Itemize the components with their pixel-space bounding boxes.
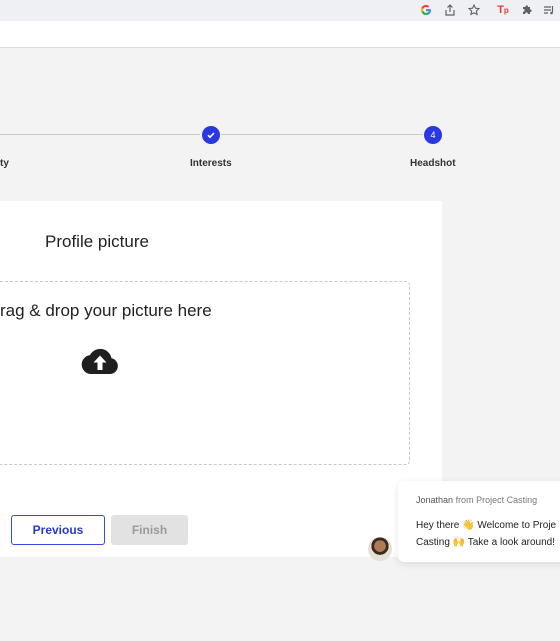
cloud-upload-icon[interactable] (80, 347, 120, 375)
address-bar[interactable] (0, 21, 560, 48)
step-label-previous: ty (0, 158, 9, 169)
chat-message-line: Casting 🙌 Take a look around! (416, 537, 556, 548)
screen: Tp ty Interests 4 Headshot Profile pictu… (0, 0, 560, 641)
browser-toolbar: Tp (0, 0, 560, 21)
step-label-headshot: Headshot (410, 158, 456, 169)
chat-message: Hey there 👋 Welcome to Proje Casting 🙌 T… (416, 517, 560, 551)
finish-button[interactable]: Finish (111, 515, 188, 545)
google-icon[interactable] (418, 2, 434, 18)
chat-message-line: Hey there 👋 Welcome to Proje (416, 520, 557, 531)
chat-from-label: from Project Casting (455, 495, 538, 505)
chat-popup[interactable]: Jonathan from Project Casting Hey there … (398, 481, 560, 562)
share-icon[interactable] (442, 2, 458, 18)
puzzle-icon[interactable] (519, 2, 535, 18)
step-connector (0, 134, 200, 135)
step-interests-circle (202, 126, 220, 144)
step-label-interests: Interests (190, 158, 232, 169)
dropzone-text: rag & drop your picture here (0, 301, 212, 320)
tp-extension-icon[interactable]: Tp (495, 2, 511, 18)
step-headshot-circle: 4 (424, 126, 442, 144)
chat-sender-name: Jonathan (416, 495, 454, 505)
previous-button[interactable]: Previous (11, 515, 105, 545)
reading-list-icon[interactable] (541, 2, 557, 18)
avatar[interactable] (368, 537, 392, 561)
star-icon[interactable] (466, 2, 482, 18)
card-title: Profile picture (45, 232, 149, 251)
check-icon (207, 132, 215, 139)
chat-sender-line: Jonathan from Project Casting (416, 495, 537, 505)
step-connector (221, 134, 423, 135)
